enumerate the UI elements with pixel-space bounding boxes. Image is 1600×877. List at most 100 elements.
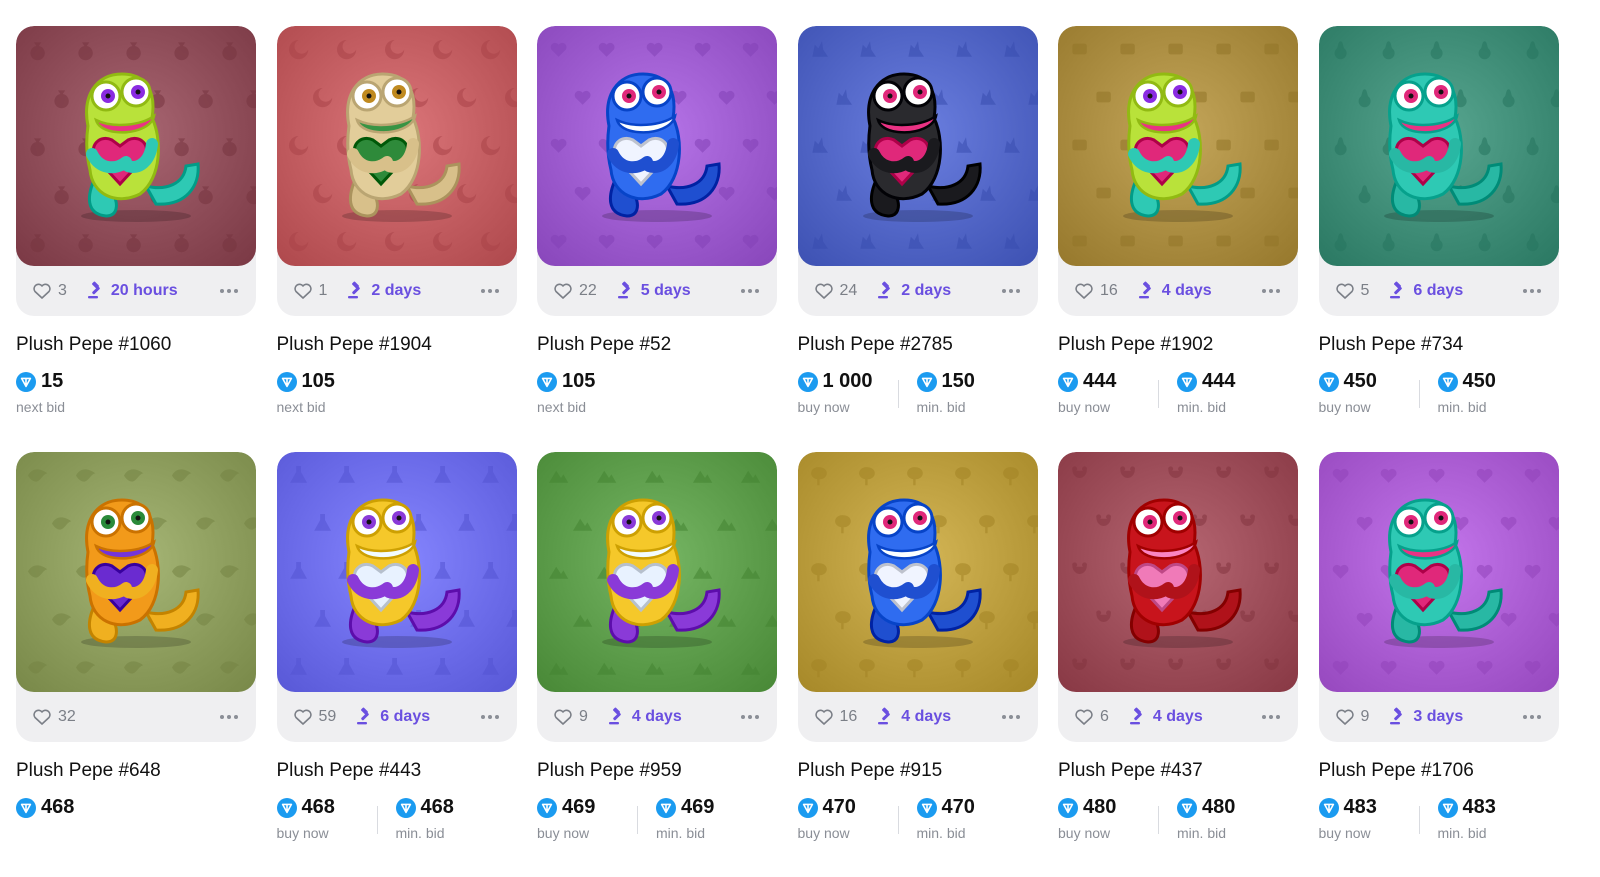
gift-card[interactable]: 5 6 days Plush Pepe #734 450 buy now 450 min. … — [1318, 26, 1559, 415]
price-block[interactable]: 483 buy now — [1318, 796, 1419, 841]
gift-title[interactable]: Plush Pepe #1060 — [16, 334, 256, 356]
gift-image[interactable] — [276, 26, 517, 266]
gift-title[interactable]: Plush Pepe #52 — [537, 334, 777, 356]
auction-timer: 4 days — [606, 707, 682, 727]
gift-image[interactable] — [276, 452, 517, 692]
gift-card[interactable]: 16 4 days Plush Pepe #915 470 buy now 470 min.… — [797, 452, 1038, 841]
gift-title[interactable]: Plush Pepe #959 — [537, 760, 777, 782]
more-options-icon[interactable] — [998, 283, 1024, 299]
like-button[interactable]: 1 — [293, 281, 327, 301]
price-row: 468 buy now 468 min. bid — [276, 796, 517, 841]
more-options-icon[interactable] — [477, 283, 503, 299]
price-block[interactable]: 450 min. bid — [1437, 370, 1538, 415]
gift-card[interactable]: 3 20 hours Plush Pepe #1060 15 next bid — [16, 26, 256, 415]
price-value: 150 — [941, 370, 975, 392]
price-value: 444 — [1202, 370, 1236, 392]
like-button[interactable]: 6 — [1074, 707, 1109, 727]
more-options-icon[interactable] — [737, 709, 763, 725]
price-block[interactable]: 150 min. bid — [916, 370, 1017, 415]
gift-media: 24 2 days — [797, 26, 1038, 316]
like-button[interactable]: 9 — [553, 707, 588, 727]
like-button[interactable]: 5 — [1335, 281, 1369, 301]
price-block[interactable]: 15 next bid — [16, 370, 116, 415]
like-count: 9 — [579, 708, 588, 725]
plush-pepe-illustration — [1383, 72, 1503, 222]
gift-card[interactable]: 59 6 days Plush Pepe #443 468 buy now 468 min.… — [276, 452, 517, 841]
gift-card[interactable]: 6 4 days Plush Pepe #437 480 buy now 480 min. … — [1058, 452, 1298, 841]
price-block[interactable]: 480 min. bid — [1177, 796, 1277, 841]
gift-card[interactable]: 9 3 days Plush Pepe #1706 483 buy now 483 min.… — [1318, 452, 1559, 841]
gift-stats-bar: 5 6 days — [1319, 266, 1559, 316]
like-button[interactable]: 32 — [32, 707, 76, 727]
gift-title[interactable]: Plush Pepe #2785 — [798, 334, 1038, 356]
gift-image[interactable] — [1058, 452, 1298, 692]
like-button[interactable]: 9 — [1335, 707, 1369, 727]
more-options-icon[interactable] — [216, 709, 242, 725]
gift-media: 5 6 days — [1318, 26, 1559, 316]
price-block[interactable]: 469 min. bid — [656, 796, 756, 841]
gift-image[interactable] — [1318, 26, 1559, 266]
price-block[interactable]: 468 buy now — [276, 796, 377, 841]
auction-timer: 2 days — [345, 281, 421, 301]
price-block[interactable]: 470 buy now — [797, 796, 898, 841]
ton-icon — [276, 797, 297, 818]
like-button[interactable]: 24 — [814, 281, 857, 301]
gift-card[interactable]: 16 4 days Plush Pepe #1902 444 buy now 444 min… — [1058, 26, 1298, 415]
price-block[interactable]: 444 min. bid — [1177, 370, 1277, 415]
price-block[interactable]: 105 next bid — [276, 370, 377, 415]
more-options-icon[interactable] — [1258, 283, 1284, 299]
gift-image[interactable] — [797, 452, 1038, 692]
gift-image[interactable] — [797, 26, 1038, 266]
ton-icon — [1177, 797, 1197, 818]
gift-image[interactable] — [1058, 26, 1298, 266]
gift-title[interactable]: Plush Pepe #1706 — [1319, 760, 1559, 782]
gift-image[interactable] — [537, 452, 777, 692]
heart-icon — [32, 707, 52, 727]
more-options-icon[interactable] — [1519, 709, 1545, 725]
gift-title[interactable]: Plush Pepe #734 — [1319, 334, 1559, 356]
price-block[interactable]: 483 min. bid — [1437, 796, 1538, 841]
gift-card[interactable]: 22 5 days Plush Pepe #52 105 next bid — [537, 26, 777, 415]
more-options-icon[interactable] — [477, 709, 503, 725]
like-button[interactable]: 3 — [32, 281, 67, 301]
gift-image[interactable] — [1318, 452, 1559, 692]
gift-image[interactable] — [16, 26, 256, 266]
ton-icon — [1058, 371, 1078, 392]
gift-title[interactable]: Plush Pepe #1902 — [1058, 334, 1298, 356]
like-button[interactable]: 59 — [293, 707, 336, 727]
gavel-icon — [1127, 707, 1147, 727]
gift-card[interactable]: 1 2 days Plush Pepe #1904 105 next bid — [276, 26, 517, 415]
more-options-icon[interactable] — [216, 283, 242, 299]
like-count: 3 — [58, 282, 67, 299]
price-block[interactable]: 1 000 buy now — [797, 370, 898, 415]
price-block[interactable]: 105 next bid — [537, 370, 637, 415]
more-options-icon[interactable] — [737, 283, 763, 299]
ton-icon — [1437, 797, 1458, 818]
like-button[interactable]: 16 — [1074, 281, 1118, 301]
gavel-icon — [875, 707, 895, 727]
gift-title[interactable]: Plush Pepe #437 — [1058, 760, 1298, 782]
price-block[interactable]: 470 min. bid — [916, 796, 1017, 841]
more-options-icon[interactable] — [1519, 283, 1545, 299]
gift-image[interactable] — [537, 26, 777, 266]
price-block[interactable]: 480 buy now — [1058, 796, 1158, 841]
like-button[interactable]: 22 — [553, 281, 597, 301]
gavel-icon — [1387, 281, 1407, 301]
like-button[interactable]: 16 — [814, 707, 857, 727]
gift-image[interactable] — [16, 452, 256, 692]
price-block[interactable]: 469 buy now — [537, 796, 637, 841]
more-options-icon[interactable] — [1258, 709, 1284, 725]
price-block[interactable]: 468 min. bid — [395, 796, 496, 841]
price-block[interactable]: 444 buy now — [1058, 370, 1158, 415]
gift-card[interactable]: 9 4 days Plush Pepe #959 469 buy now 469 min. … — [537, 452, 777, 841]
more-options-icon[interactable] — [998, 709, 1024, 725]
gift-card[interactable]: 32 Plush Pepe #648 468 — [16, 452, 256, 825]
gift-card[interactable]: 24 2 days Plush Pepe #2785 1 000 buy now 150 m… — [797, 26, 1038, 415]
price-block[interactable]: 450 buy now — [1318, 370, 1419, 415]
gift-title[interactable]: Plush Pepe #1904 — [277, 334, 517, 356]
gift-title[interactable]: Plush Pepe #648 — [16, 760, 256, 782]
gift-title[interactable]: Plush Pepe #915 — [798, 760, 1038, 782]
price-block[interactable]: 468 — [16, 796, 116, 825]
price-label: min. bid — [656, 825, 706, 841]
gift-title[interactable]: Plush Pepe #443 — [277, 760, 517, 782]
